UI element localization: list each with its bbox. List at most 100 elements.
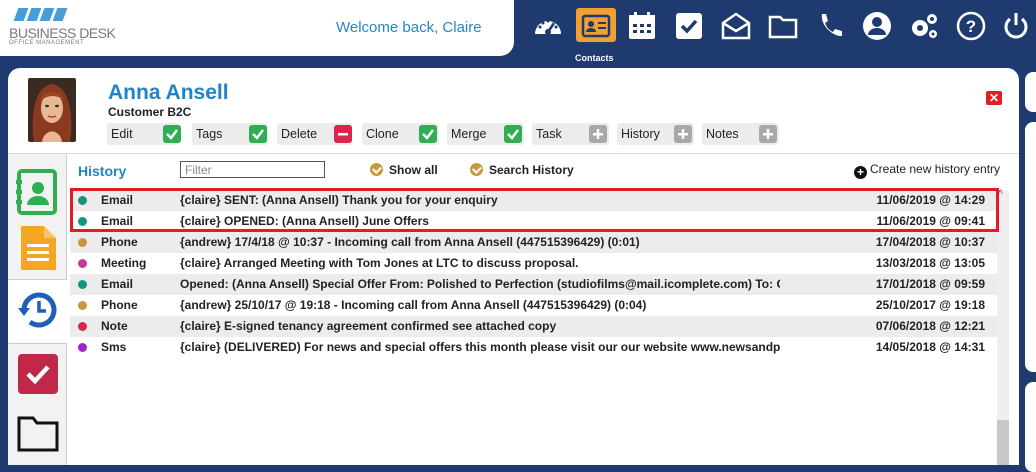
document-icon[interactable] xyxy=(16,224,60,272)
row-description: {claire} E-signed tenancy agreement conf… xyxy=(180,319,557,333)
delete-button[interactable]: Delete xyxy=(277,123,352,145)
tasks-icon[interactable] xyxy=(673,10,705,42)
check-icon xyxy=(163,125,181,143)
row-type: Email xyxy=(101,193,134,207)
dashboard-icon[interactable] xyxy=(532,10,564,42)
row-date: 11/06/2019 @ 14:29 xyxy=(876,193,985,207)
show-all-option[interactable]: Show all xyxy=(370,163,438,177)
plus-icon xyxy=(589,125,607,143)
tasks-check-icon[interactable] xyxy=(16,350,60,398)
table-row[interactable]: Meeting {claire} Arranged Meeting with T… xyxy=(70,253,997,274)
right-side-panel xyxy=(1025,382,1036,472)
tags-button-label: Tags xyxy=(196,127,223,141)
logo-title: BUSINESS DESK xyxy=(9,25,116,41)
create-history-entry-label: Create new history entry xyxy=(870,162,1001,176)
nav-label-contacts: Contacts xyxy=(575,53,614,63)
create-history-entry-button[interactable]: + Create new history entry xyxy=(854,162,1000,179)
row-description: {andrew} 17/4/18 @ 10:37 - Incoming call… xyxy=(180,235,640,249)
divider xyxy=(8,153,1019,154)
history-button[interactable]: History xyxy=(617,123,694,145)
plus-circle-icon: + xyxy=(854,166,867,179)
table-row[interactable]: Email Opened: (Anna Ansell) Special Offe… xyxy=(70,274,997,295)
scroll-up-icon[interactable]: ^ xyxy=(998,189,1003,200)
filter-input[interactable]: Filter xyxy=(180,161,325,178)
row-date: 13/03/2018 @ 13:05 xyxy=(875,256,985,270)
row-type: Sms xyxy=(101,340,127,354)
table-row[interactable]: Note {claire} E-signed tenancy agreement… xyxy=(70,316,997,337)
check-icon xyxy=(249,125,267,143)
table-row[interactable]: Sms {claire} (DELIVERED) For news and sp… xyxy=(70,337,997,358)
table-row[interactable]: Phone {andrew} 17/4/18 @ 10:37 - Incomin… xyxy=(70,232,997,253)
type-dot-icon xyxy=(78,217,87,226)
notes-button[interactable]: Notes xyxy=(702,123,779,145)
row-date: 07/06/2018 @ 12:21 xyxy=(875,319,985,333)
plus-icon xyxy=(674,125,692,143)
merge-button[interactable]: Merge xyxy=(447,123,524,145)
search-history-option[interactable]: Search History xyxy=(470,163,574,177)
right-side-panel xyxy=(1025,72,1036,112)
row-date: 25/10/2017 @ 19:18 xyxy=(875,298,985,312)
contact-card-icon[interactable] xyxy=(16,168,60,216)
folder-icon[interactable] xyxy=(767,10,799,42)
close-icon[interactable]: ✕ xyxy=(986,91,1002,105)
contact-name: Anna Ansell xyxy=(108,81,229,104)
scrollbar-thumb[interactable] xyxy=(997,420,1009,465)
edit-button-label: Edit xyxy=(111,127,133,141)
help-icon[interactable]: ? xyxy=(955,10,987,42)
check-circle-icon xyxy=(370,163,383,176)
calendar-icon[interactable] xyxy=(626,10,658,42)
row-description: {claire} (DELIVERED) For news and specia… xyxy=(180,340,780,354)
table-row[interactable]: Email {claire} SENT: (Anna Ansell) Thank… xyxy=(70,190,997,211)
row-date: 14/05/2018 @ 14:31 xyxy=(875,340,985,354)
row-type: Meeting xyxy=(101,256,147,270)
clone-button-label: Clone xyxy=(366,127,399,141)
check-icon xyxy=(419,125,437,143)
user-icon[interactable] xyxy=(861,10,893,42)
contact-panel: Anna Ansell Customer B2C ✕ Edit Tags Del… xyxy=(8,68,1019,465)
row-description: {claire} OPENED: (Anna Ansell) June Offe… xyxy=(180,214,429,228)
row-date: 11/06/2019 @ 09:41 xyxy=(876,214,985,228)
table-row[interactable]: Email {claire} OPENED: (Anna Ansell) Jun… xyxy=(70,211,997,232)
welcome-message: Welcome back, Claire xyxy=(336,19,482,36)
show-all-label: Show all xyxy=(389,163,438,177)
row-date: 17/04/2018 @ 10:37 xyxy=(875,235,985,249)
mail-icon[interactable] xyxy=(720,10,752,42)
type-dot-icon xyxy=(78,259,87,268)
search-history-label: Search History xyxy=(489,163,574,177)
check-circle-icon xyxy=(470,163,483,176)
type-dot-icon xyxy=(78,280,87,289)
folder-icon[interactable] xyxy=(16,408,60,456)
type-dot-icon xyxy=(78,238,87,247)
task-button[interactable]: Task xyxy=(532,123,609,145)
row-description: {claire} Arranged Meeting with Tom Jones… xyxy=(180,256,579,270)
settings-icon[interactable] xyxy=(908,10,940,42)
row-type: Note xyxy=(101,319,128,333)
row-description: {claire} SENT: (Anna Ansell) Thank you f… xyxy=(180,193,498,207)
avatar xyxy=(28,78,76,142)
tags-button[interactable]: Tags xyxy=(192,123,268,145)
row-type: Email xyxy=(101,214,134,228)
svg-text:?: ? xyxy=(966,17,976,36)
merge-button-label: Merge xyxy=(451,127,487,141)
row-description: {andrew} 25/10/17 @ 19:18 - Incoming cal… xyxy=(180,298,647,312)
history-button-label: History xyxy=(621,127,660,141)
edit-button[interactable]: Edit xyxy=(107,123,181,145)
type-dot-icon xyxy=(78,196,87,205)
type-dot-icon xyxy=(78,301,87,310)
minus-icon xyxy=(334,125,352,143)
phone-icon[interactable] xyxy=(814,10,846,42)
power-icon[interactable] xyxy=(1000,10,1032,42)
row-description: Opened: (Anna Ansell) Special Offer From… xyxy=(180,277,780,291)
row-type: Phone xyxy=(101,298,138,312)
delete-button-label: Delete xyxy=(281,127,318,141)
history-icon[interactable] xyxy=(16,286,60,334)
row-type: Phone xyxy=(101,235,138,249)
contacts-icon[interactable] xyxy=(580,10,612,42)
plus-icon xyxy=(759,125,777,143)
clone-button[interactable]: Clone xyxy=(362,123,439,145)
table-row[interactable]: Phone {andrew} 25/10/17 @ 19:18 - Incomi… xyxy=(70,295,997,316)
notes-button-label: Notes xyxy=(706,127,739,141)
right-side-panel xyxy=(1025,122,1036,372)
history-title: History xyxy=(78,163,127,179)
contact-sidebar xyxy=(8,154,67,465)
